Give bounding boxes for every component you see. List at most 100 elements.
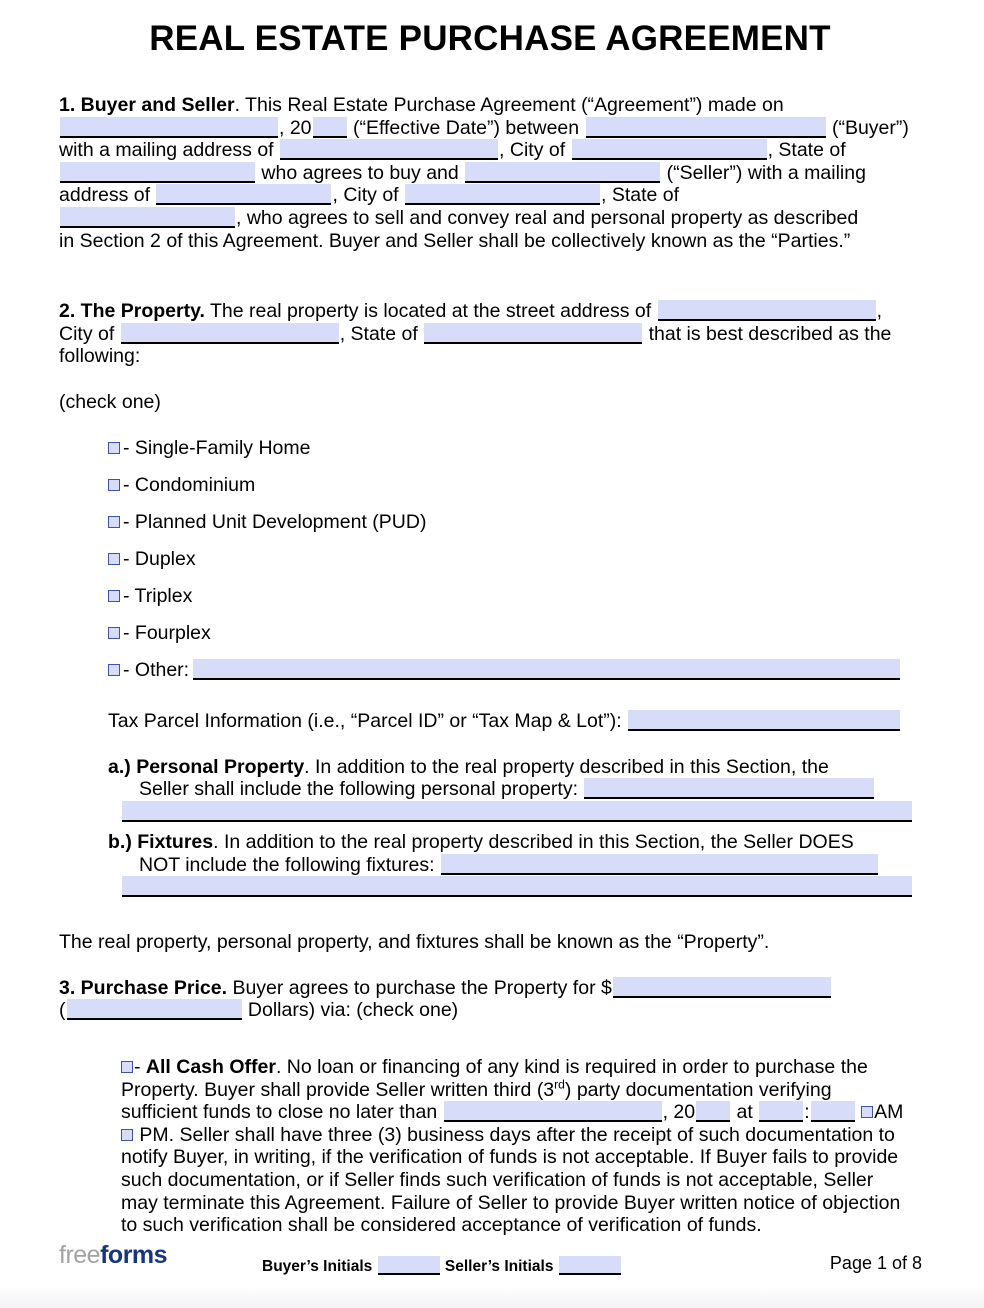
section-1-text-8: who agrees to buy and	[261, 161, 459, 184]
freeforms-logo: freeforms	[59, 1240, 168, 1270]
section-1-buyer-and-seller: 1. Buyer and Seller. This Real Estate Pu…	[59, 94, 921, 252]
checkbox-icon[interactable]	[108, 589, 120, 602]
buyer-name-field[interactable]	[585, 116, 826, 138]
fixtures-field-line-2[interactable]	[122, 876, 912, 898]
option-label: - Duplex	[123, 547, 196, 570]
buyer-state-field[interactable]	[60, 161, 255, 183]
property-state-field[interactable]	[424, 322, 643, 344]
option-label: - Condominium	[123, 473, 256, 496]
section-2-heading: 2. The Property.	[59, 300, 205, 323]
checkbox-icon[interactable]	[108, 552, 120, 565]
initials-row: Buyer’s Initials Seller’s Initials	[262, 1256, 622, 1277]
personal-property-field-line-2[interactable]	[122, 800, 912, 822]
section-2-line-1: 2. The Property. The real property is lo…	[59, 300, 921, 323]
purchase-price-words-field[interactable]	[66, 999, 242, 1021]
section-2-text-5: that is best described as the	[648, 322, 892, 345]
cash-offer-text-3: sufficient funds to close no later than	[121, 1101, 438, 1124]
checkbox-icon[interactable]	[108, 627, 120, 639]
cash-offer-text-2: Property. Buyer shall provide Seller wri…	[121, 1078, 555, 1101]
checkbox-icon[interactable]	[108, 441, 120, 454]
cash-offer-text-7: AM	[874, 1101, 904, 1124]
item-b-text-1: . In addition to the real property descr…	[213, 830, 854, 853]
checkbox-icon[interactable]	[121, 1060, 133, 1073]
section-1-line-6: , who agrees to sell and convey real and…	[59, 206, 921, 230]
property-street-address-field[interactable]	[657, 300, 876, 322]
cash-offer-text-2b: ) party documentation verifying	[564, 1078, 832, 1101]
seller-initials-field[interactable]	[558, 1256, 621, 1275]
property-type-option-duplex[interactable]: - Duplex	[59, 548, 921, 571]
checkbox-icon[interactable]	[108, 664, 120, 677]
cash-offer-text-8: PM. Seller shall have three (3) business…	[139, 1123, 895, 1146]
effective-date-field[interactable]	[60, 116, 278, 138]
checkbox-icon[interactable]	[121, 1128, 133, 1141]
property-type-option-fourplex[interactable]: - Fourplex	[59, 622, 921, 645]
option-label: - Fourplex	[123, 622, 211, 644]
page-footer: freeforms Buyer’s Initials Seller’s Init…	[0, 1238, 984, 1286]
seller-city-field[interactable]	[405, 184, 601, 206]
effective-year-field[interactable]	[312, 116, 347, 138]
property-city-field[interactable]	[120, 322, 339, 344]
section-2-item-a-line-1: a.) Personal Property. In addition to th…	[90, 756, 921, 779]
seller-name-field[interactable]	[465, 161, 661, 183]
checkbox-icon[interactable]	[861, 1106, 874, 1119]
tax-parcel-field[interactable]	[628, 710, 901, 732]
buyer-initials-field[interactable]	[377, 1256, 440, 1275]
item-a-text-2: Seller shall include the following perso…	[139, 778, 578, 801]
all-cash-offer-line-7: may terminate this Agreement. Failure of…	[121, 1191, 901, 1214]
logo-forms-text: forms	[100, 1241, 168, 1269]
funds-close-date-field[interactable]	[443, 1101, 662, 1123]
section-2-text-4: , State of	[339, 322, 418, 345]
all-cash-offer-line-8: to such verification shall be considered…	[121, 1214, 762, 1237]
cash-offer-text-5: at	[736, 1101, 753, 1124]
option-label: - Single-Family Home	[123, 436, 311, 459]
property-type-option-pud[interactable]: - Planned Unit Development (PUD)	[59, 511, 921, 534]
seller-mailing-address-field[interactable]	[156, 184, 332, 206]
buyer-mailing-address-field[interactable]	[280, 139, 499, 161]
document-content: REAL ESTATE PURCHASE AGREEMENT 1. Buyer …	[59, 18, 921, 1237]
funds-close-year-field[interactable]	[696, 1101, 731, 1123]
section-1-text-1: . This Real Estate Purchase Agreement (“…	[234, 94, 784, 116]
section-3-text-3: Dollars) via: (check one)	[247, 999, 459, 1022]
item-a-text-1: . In addition to the real property descr…	[304, 755, 829, 778]
cash-offer-dash: -	[134, 1055, 146, 1078]
all-cash-offer-line-2: Property. Buyer shall provide Seller wri…	[121, 1078, 921, 1102]
buyer-city-field[interactable]	[571, 139, 767, 161]
funds-close-minute-field[interactable]	[810, 1101, 855, 1123]
section-2-closing-text: The real property, personal property, an…	[59, 931, 770, 954]
section-2-line-2: City of , State of that is best describe…	[59, 322, 921, 346]
tax-parcel-row: Tax Parcel Information (i.e., “Parcel ID…	[59, 710, 921, 733]
section-2-item-b: b.) Fixtures. In addition to the real pr…	[59, 830, 921, 898]
fixtures-field[interactable]	[440, 853, 878, 875]
section-1-line-5: address of , City of , State of	[59, 184, 921, 207]
personal-property-field[interactable]	[584, 778, 875, 800]
section-1-text-4: (“Buyer”)	[831, 116, 909, 139]
section-1-text-5: with a mailing address of	[59, 139, 274, 162]
section-1-line-3: with a mailing address of , City of , St…	[59, 139, 921, 162]
property-type-option-triplex[interactable]: - Triplex	[59, 585, 921, 608]
funds-close-hour-field[interactable]	[759, 1101, 804, 1123]
seller-state-field[interactable]	[60, 206, 235, 228]
section-2-text-1: The real property is located at the stre…	[204, 300, 652, 323]
item-a-heading: Personal Property	[136, 755, 305, 778]
section-2-text-3: City of	[59, 322, 115, 345]
property-type-option-condominium[interactable]: - Condominium	[59, 474, 921, 497]
property-type-other-field[interactable]	[193, 659, 901, 681]
buyer-initials-label: Buyer’s Initials	[262, 1258, 373, 1275]
seller-initials-label: Seller’s Initials	[444, 1258, 554, 1275]
checkbox-icon[interactable]	[108, 515, 120, 528]
section-2-item-a-line-2: Seller shall include the following perso…	[59, 778, 921, 801]
section-1-text-10: address of	[59, 184, 151, 207]
document-page: REAL ESTATE PURCHASE AGREEMENT 1. Buyer …	[0, 0, 984, 1308]
item-b-heading: Fixtures	[137, 830, 214, 853]
section-1-heading: 1. Buyer and Seller	[59, 94, 235, 116]
section-3-heading: 3. Purchase Price.	[59, 976, 228, 999]
section-1-text-9: (“Seller”) with a mailing	[666, 161, 866, 184]
property-type-option-other[interactable]: - Other:	[59, 659, 921, 682]
all-cash-offer-line-4: PM. Seller shall have three (3) business…	[121, 1124, 921, 1147]
section-1-line-2: , 20 (“Effective Date”) between (“Buyer”…	[59, 116, 921, 140]
checkbox-icon[interactable]	[108, 478, 120, 491]
property-type-checklist: - Single-Family Home - Condominium - Pla…	[59, 437, 921, 682]
property-type-option-single-family-home[interactable]: - Single-Family Home	[59, 437, 921, 460]
purchase-price-numeric-field[interactable]	[612, 976, 831, 998]
logo-free-text: free	[59, 1241, 101, 1269]
